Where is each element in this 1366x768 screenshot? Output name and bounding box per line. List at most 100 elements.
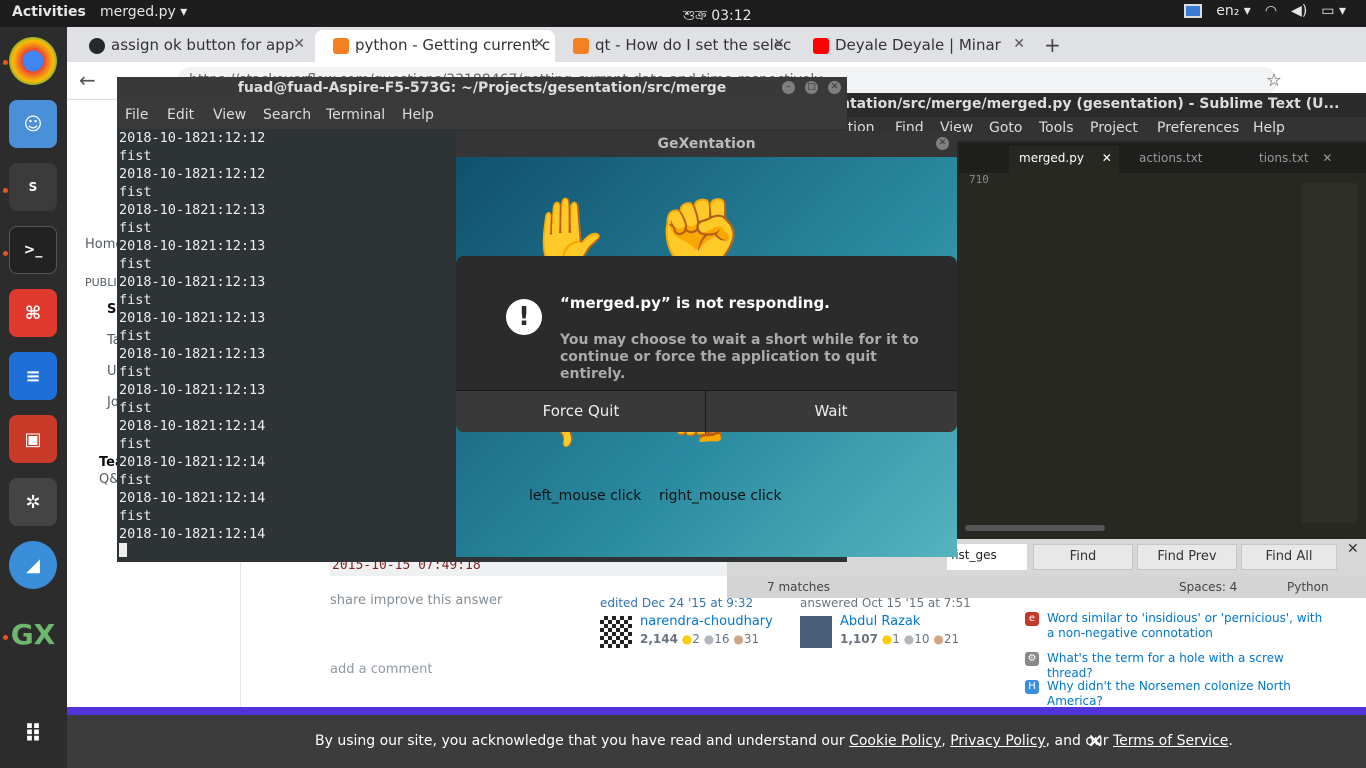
find-input[interactable]: fist_ges [947, 544, 1027, 570]
bronze-count: 31 [743, 632, 760, 646]
answerer-reputation: 1,107 ●1 ●10 ●21 [840, 632, 959, 646]
terminal-icon[interactable]: >_ [9, 226, 57, 274]
tab-label: Deyale Deyale | Minar [835, 36, 1001, 54]
dialog-body: You may choose to wait a short while for… [560, 332, 919, 382]
menu-terminal[interactable]: Terminal [326, 107, 385, 123]
writer-icon[interactable]: ≡ [9, 352, 57, 400]
screen-icon[interactable] [1184, 4, 1203, 18]
minimize-icon[interactable]: – [782, 81, 795, 94]
gexentation-icon[interactable]: GX [9, 610, 57, 658]
answerer-username[interactable]: Abdul Razak [840, 614, 920, 629]
close-tab-icon[interactable]: ✕ [293, 36, 305, 52]
tab-label: actions.txt [1139, 151, 1203, 165]
close-tab-icon[interactable]: ✕ [1102, 151, 1112, 165]
close-icon[interactable]: ✕ [936, 137, 949, 150]
tab-github[interactable]: assign ok button for app ✕ [71, 30, 315, 62]
minimap[interactable] [1302, 183, 1357, 523]
bronze-badge-icon: ● [733, 632, 744, 646]
show-applications-icon[interactable]: ⠿ [9, 710, 57, 758]
app-menu[interactable]: merged.py ▾ [100, 4, 187, 20]
tab-merged-py[interactable]: merged.py ✕ [1009, 146, 1119, 173]
syntax-status[interactable]: Python [1287, 580, 1329, 594]
clock[interactable]: শুক্র 03:12 [683, 4, 752, 28]
menu-view[interactable]: View [213, 107, 246, 123]
close-tab-icon[interactable]: ✕ [1322, 151, 1332, 165]
cookie-policy-link[interactable]: Cookie Policy [849, 733, 941, 749]
activities-button[interactable]: Activities [12, 4, 86, 20]
cookie-banner: By using our site, you acknowledge that … [67, 707, 1366, 768]
new-tab-icon[interactable]: + [1044, 33, 1061, 57]
share-links[interactable]: share improve this answer [330, 593, 502, 608]
gold-badge-icon: ● [681, 632, 693, 646]
nav-users[interactable]: U [107, 364, 117, 379]
tab-strip: assign ok button for app ✕ python - Gett… [67, 27, 1366, 62]
tab-actions-txt[interactable]: actions.txt [1129, 146, 1239, 173]
window-controls: – □ ✕ [782, 81, 841, 94]
silver-count: 10 [914, 632, 930, 646]
menu-help[interactable]: Help [1253, 120, 1285, 136]
battery-icon[interactable]: ▭ ▾ [1321, 3, 1346, 19]
find-button[interactable]: Find [1033, 544, 1133, 570]
github-icon [89, 38, 105, 54]
tab-python-datetime[interactable]: python - Getting current c ✕ [315, 30, 555, 62]
find-all-button[interactable]: Find All [1241, 544, 1337, 570]
maximize-icon[interactable]: □ [805, 81, 818, 94]
stackexchange-site-icon: ⚙ [1025, 652, 1039, 666]
close-tab-icon[interactable]: ✕ [533, 36, 545, 52]
wifi-icon[interactable]: ◠ [1265, 3, 1277, 19]
network-app-icon[interactable]: ✲ [9, 478, 57, 526]
add-comment-link[interactable]: add a comment [330, 662, 432, 677]
presentation-icon[interactable]: ▣ [9, 415, 57, 463]
horizontal-scrollbar[interactable] [965, 525, 1105, 531]
cookie-text: By using our site, you acknowledge that … [315, 733, 850, 749]
avatar[interactable] [600, 616, 632, 648]
terms-of-service-link[interactable]: Terms of Service [1113, 733, 1228, 749]
related-question-title[interactable]: Why didn't the Norsemen colonize North A… [1047, 679, 1327, 709]
pdf-reader-icon[interactable]: ⌘ [9, 289, 57, 337]
tab-qt-selection[interactable]: qt - How do I set the selec ✕ [555, 30, 795, 62]
cookie-text: , [941, 733, 951, 749]
silver-badge-icon: ● [703, 632, 715, 646]
close-icon[interactable]: ✕ [1347, 541, 1359, 557]
close-icon[interactable]: ✕ [1087, 729, 1104, 753]
related-question-title[interactable]: Word similar to 'insidious' or 'pernicio… [1047, 611, 1327, 641]
terminal-menubar: File Edit View Search Terminal Help [117, 101, 847, 129]
terminal-title: fuad@fuad-Aspire-F5-573G: ~/Projects/ges… [117, 77, 847, 101]
tab-youtube[interactable]: Deyale Deyale | Minar ✕ [795, 30, 1035, 62]
nav-stackoverflow[interactable]: S [107, 302, 116, 317]
bookmark-star-icon[interactable]: ☆ [1266, 70, 1282, 91]
related-question-title[interactable]: What's the term for a hole with a screw … [1047, 651, 1327, 681]
left-mouse-label: left_mouse click [529, 488, 642, 504]
close-tab-icon[interactable]: ✕ [1013, 36, 1025, 52]
avatar[interactable] [800, 616, 832, 648]
back-arrow-icon[interactable]: ← [79, 68, 96, 92]
volume-icon[interactable]: ◀) [1291, 3, 1307, 19]
privacy-policy-link[interactable]: Privacy Policy [950, 733, 1045, 749]
tab-tions-txt[interactable]: tions.txt ✕ [1249, 146, 1349, 173]
not-responding-dialog: ! “merged.py” is not responding. You may… [456, 256, 957, 433]
menu-goto[interactable]: Goto [989, 120, 1022, 136]
tab-label: qt - How do I set the selec [595, 36, 792, 54]
menu-preferences[interactable]: Preferences [1157, 120, 1239, 136]
wireshark-icon[interactable]: ◢ [9, 541, 57, 589]
menu-tools[interactable]: Tools [1039, 120, 1074, 136]
menu-file[interactable]: File [125, 107, 148, 123]
chrome-icon[interactable] [9, 37, 57, 85]
close-icon[interactable]: ✕ [828, 81, 841, 94]
menu-help[interactable]: Help [402, 107, 434, 123]
menu-project[interactable]: Project [1090, 120, 1138, 136]
find-prev-button[interactable]: Find Prev [1137, 544, 1237, 570]
gold-count: 2 [692, 632, 700, 646]
edited-timestamp[interactable]: edited Dec 24 '15 at 9:32 [600, 596, 753, 610]
close-tab-icon[interactable]: ✕ [773, 36, 785, 52]
language-indicator[interactable]: en₂ ▾ [1216, 3, 1251, 19]
editor-username[interactable]: narendra-choudhary [640, 614, 773, 629]
indentation-status[interactable]: Spaces: 4 [1179, 580, 1237, 594]
wait-button[interactable]: Wait [706, 391, 956, 433]
menu-search[interactable]: Search [263, 107, 311, 123]
force-quit-button[interactable]: Force Quit [456, 391, 706, 433]
finder-icon[interactable]: ☺ [9, 100, 57, 148]
menu-edit[interactable]: Edit [167, 107, 194, 123]
system-tray[interactable]: en₂ ▾ ◠ ◀) ▭ ▾ [1184, 3, 1346, 19]
sublime-text-icon[interactable]: S [9, 163, 57, 211]
